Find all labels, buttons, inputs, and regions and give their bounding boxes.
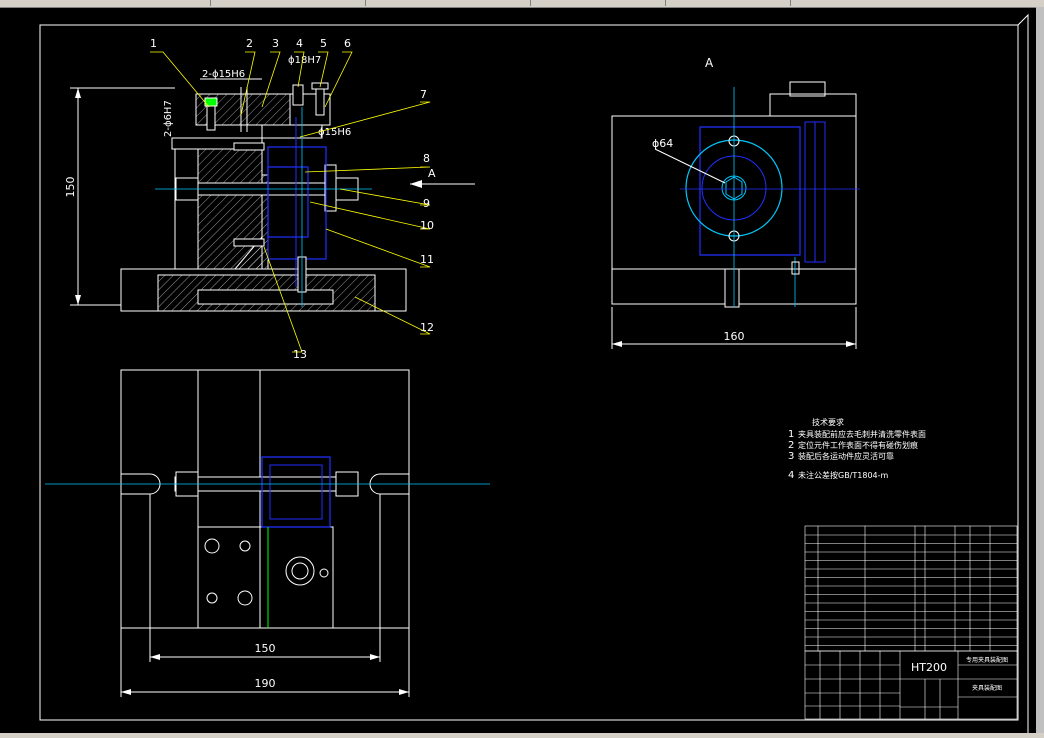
callout-1: 1 [150,37,157,50]
dim-150-inner: 150 [255,642,276,655]
view-arrow-label: A [428,167,436,180]
technical-requirements: 技术要求 1 夹具装配前应去毛刺并清洗零件表面 2 定位元件工作表面不得有碰伤划… [788,417,926,481]
drawing-border [39,24,1019,721]
callout-13: 13 [293,348,307,361]
callout-10: 10 [420,219,434,232]
callout-11: 11 [420,253,434,266]
dim-150-vertical: 150 [64,177,77,198]
note-2-text: 定位元件工作表面不得有碰伤划痕 [798,440,918,450]
note-4-num: 4 [788,470,794,481]
callout-4: 4 [296,37,303,50]
title-drawing-sub: 夹具装配图 [972,684,1002,692]
note-2-num: 2 [788,440,794,451]
toolbar-segment[interactable] [215,0,366,6]
sheet-edge-corner [1017,13,1029,733]
note-3-text: 装配后各运动件应灵活可靠 [798,451,894,461]
dim-2-phi15h6: 2-ϕ15H6 [202,69,245,80]
toolbar-segment[interactable] [60,0,211,6]
callout-3: 3 [272,37,279,50]
callout-7: 7 [420,88,427,101]
dim-phi64: ϕ64 [652,137,673,150]
view-arrow-a: A [410,167,475,188]
dim-phi15h6-side: ϕ15H6 [318,127,351,138]
toolbar-segment[interactable] [670,0,791,6]
dim-160: 160 [724,330,745,343]
toolbar-segment[interactable] [370,0,531,6]
note-1-num: 1 [788,429,794,440]
parts-list [804,525,1018,652]
callout-6: 6 [344,37,351,50]
dim-2-phi6h7: 2-ϕ6H7 [163,100,174,137]
title-drawing-name: 专用夹具装配图 [966,656,1008,664]
callout-5: 5 [320,37,327,50]
horizontal-scrollbar[interactable] [0,733,1044,738]
notes-title: 技术要求 [812,417,844,427]
vertical-scrollbar[interactable] [1036,7,1044,733]
note-3-num: 3 [788,451,794,462]
toolbar-segment[interactable] [535,0,666,6]
callout-2: 2 [246,37,253,50]
cad-drawing-canvas[interactable]: 150 2-ϕ15H6 ϕ18H7 2-ϕ6H7 ϕ15H6 A 1 2 3 4… [0,7,1036,733]
view-a-title: A [705,56,714,70]
note-4-text: 未注公差按GB/T1804-m [798,470,889,480]
callout-9: 9 [423,197,430,210]
callout-8: 8 [423,152,430,165]
dim-190-outer: 190 [255,677,276,690]
top-view: 150 190 [45,369,490,697]
view-a: A ϕ64 160 [611,56,860,349]
callout-12: 12 [420,321,434,334]
note-1-text: 夹具装配前应去毛刺并清洗零件表面 [798,429,926,439]
dim-phi18h7: ϕ18H7 [288,55,321,66]
dim-height: 150 [64,87,175,306]
title-material: HT200 [911,661,947,674]
